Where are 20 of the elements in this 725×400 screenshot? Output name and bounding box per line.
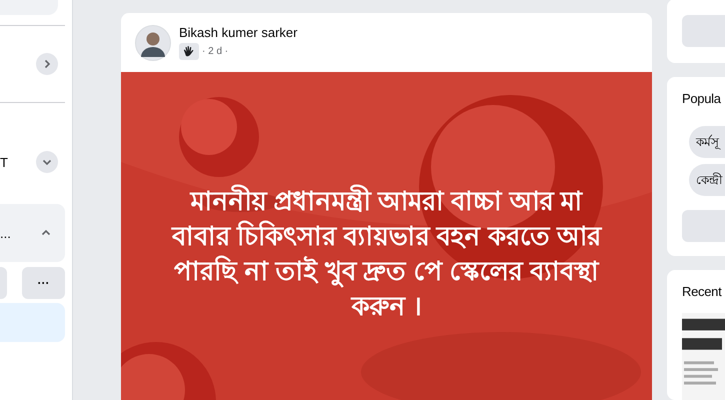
hand-icon: [179, 43, 199, 60]
avatar-icon[interactable]: [135, 24, 171, 60]
author-name[interactable]: Bikash kumer sarker: [179, 25, 298, 40]
sidebar-button[interactable]: [0, 267, 7, 299]
chevron-up-icon: [41, 228, 51, 238]
group-label: ...: [0, 226, 11, 240]
highlighted-item[interactable]: [0, 303, 65, 342]
group-panel[interactable]: ...: [0, 204, 65, 262]
post-time[interactable]: · 2 d ·: [202, 46, 228, 57]
topic-chip[interactable]: কর্মসূ: [689, 126, 725, 158]
more-button[interactable]: ···: [22, 267, 65, 299]
section-label: T: [0, 154, 8, 170]
popular-title: Popula: [682, 90, 721, 106]
chevron-down-icon[interactable]: [36, 151, 58, 173]
post-text: মাননীয় প্রধানমন্ত্রী আমরা বাচ্চা আর মা বাবার চিকিৎসার ব্যায়ভার বহন করতে আর পারছি না তাই খুব দ্রুত পে স্কেলের ব্যাবস্থা করুন ।: [170, 184, 604, 324]
recent-title: Recent: [682, 284, 722, 299]
chevron-right-icon[interactable]: [36, 53, 58, 75]
topic-chip[interactable]: কেন্দ্রী: [689, 164, 725, 196]
sidebar-button[interactable]: [682, 210, 725, 242]
sidebar-button[interactable]: [682, 15, 725, 47]
